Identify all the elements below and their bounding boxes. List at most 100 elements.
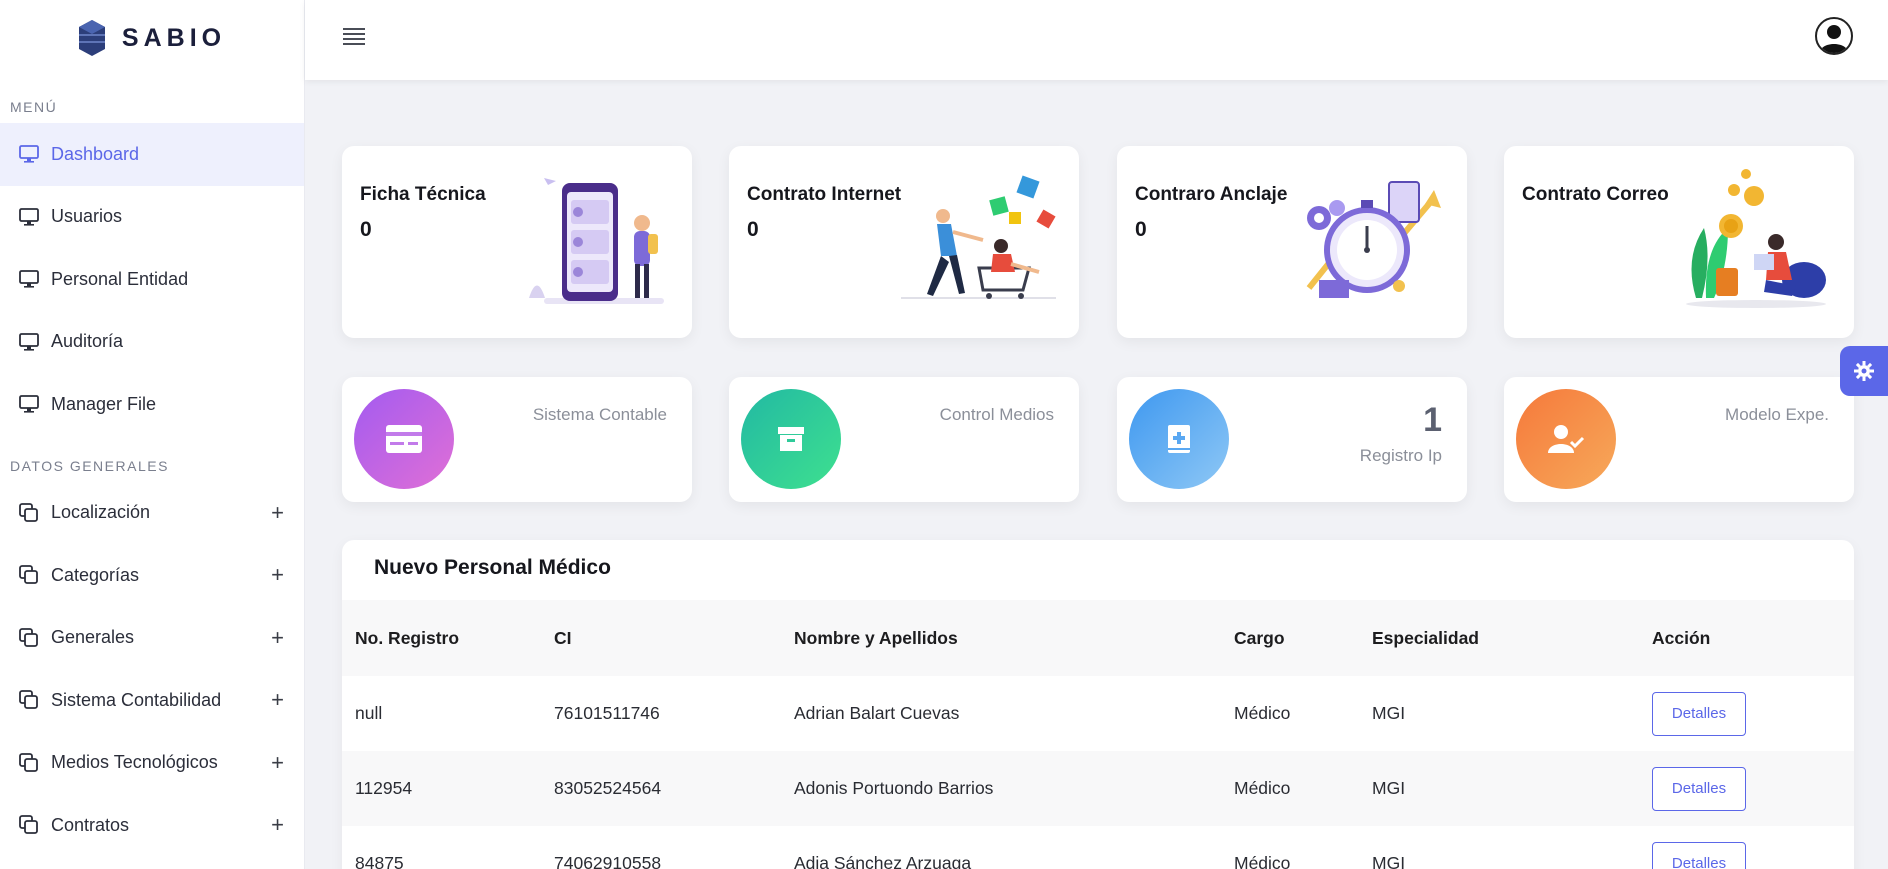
sidebar-item-personal-entidad[interactable]: Personal Entidad: [0, 248, 304, 311]
column-header: No. Registro: [342, 600, 554, 676]
table-cell: Adia Sánchez Arzuaga: [794, 853, 972, 869]
menu-section-title: MENÚ: [10, 99, 58, 115]
monitor-icon: [19, 270, 39, 288]
sidebar-item-categorías[interactable]: Categorías +: [0, 544, 304, 607]
sidebar-item-sistema-contabilidad[interactable]: Sistema Contabilidad +: [0, 669, 304, 732]
user-avatar[interactable]: [1815, 17, 1853, 55]
gear-icon: [1854, 361, 1874, 381]
personal-table: No. Registro CI Nombre y Apellidos Cargo…: [342, 600, 1854, 869]
sidebar-item-contratos[interactable]: Contratos +: [0, 794, 304, 857]
copy-icon: [19, 815, 38, 835]
card-contraro-anclaje[interactable]: Contraro Anclaje 0: [1117, 146, 1467, 338]
expand-plus-icon[interactable]: +: [271, 750, 284, 776]
stat-icon-circle: [354, 389, 454, 489]
logo-icon: [78, 20, 105, 56]
sidebar-item-localización[interactable]: Localización +: [0, 482, 304, 545]
coins-illustration: [1686, 169, 1826, 308]
table-cell: 84875: [355, 853, 404, 869]
monitor-icon: [19, 145, 39, 163]
sidebar-item-medios-tecnológicos[interactable]: Medios Tecnológicos +: [0, 732, 304, 795]
copy-icon: [18, 627, 40, 649]
sidebar-item-usuarios[interactable]: Usuarios: [0, 186, 304, 249]
stat-label: Modelo Expe.: [1725, 405, 1829, 424]
action-cell: Detalles: [1652, 826, 1854, 869]
expand-plus-icon[interactable]: +: [271, 687, 284, 713]
detalles-button[interactable]: Detalles: [1652, 841, 1746, 869]
sidebar-item-label: Generales: [51, 627, 135, 648]
stat-modelo-expe[interactable]: Modelo Expe.: [1504, 377, 1854, 502]
copy-icon: [19, 565, 38, 585]
action-cell: Detalles: [1652, 751, 1854, 826]
copy-icon: [19, 502, 38, 522]
action-cell: Detalles: [1652, 676, 1854, 751]
card-ficha-tecnica[interactable]: Ficha Técnica 0: [342, 146, 692, 338]
sidebar-item-dashboard[interactable]: Dashboard: [0, 123, 304, 186]
table-cell: Adonis Portuondo Barrios: [794, 751, 1234, 826]
expand-plus-icon[interactable]: +: [271, 625, 284, 651]
brand[interactable]: SABIO: [0, 0, 304, 76]
sidebar-item-label: Personal Entidad: [51, 268, 189, 289]
expand-plus-icon[interactable]: +: [271, 500, 284, 526]
card-contrato-internet[interactable]: Contrato Internet 0: [729, 146, 1079, 338]
stat-sistema-contable[interactable]: Sistema Contable: [342, 377, 692, 502]
card-contrato-correo[interactable]: Contrato Correo: [1504, 146, 1854, 338]
stat-icon-circle: [1516, 389, 1616, 489]
card-title: Contrato Correo: [1522, 184, 1669, 205]
table-header-row: No. Registro CI Nombre y Apellidos Cargo…: [342, 600, 1854, 676]
copy-icon: [19, 690, 38, 710]
copy-icon: [18, 564, 40, 586]
table-cell: 83052524564: [554, 751, 794, 826]
monitor-icon: [19, 332, 39, 351]
menu-list: Dashboard Usuarios Personal Entidad Auditor…: [0, 123, 304, 436]
table-row: null 76101511746 Adrian Balart Cuevas Médic…: [342, 676, 1854, 751]
menu-toggle-icon[interactable]: [343, 28, 365, 45]
copy-icon: [18, 814, 40, 836]
copy-icon: [18, 752, 40, 774]
sidebar-item-label: Manager File: [51, 393, 157, 414]
card-icon: [386, 425, 422, 453]
monitor-icon: [19, 207, 39, 226]
phone-illustration: [529, 178, 664, 304]
brand-name: SABIO: [121, 23, 227, 52]
sidebar: SABIO MENÚ Dashboard Usuarios Personal Ent…: [0, 0, 305, 869]
card-value: 0: [1135, 218, 1147, 241]
stopwatch-illustration: [1306, 181, 1441, 298]
stat-registro-ip[interactable]: 1 Registro Ip: [1117, 377, 1467, 502]
user-icon: [1820, 25, 1848, 53]
detalles-button[interactable]: Detalles: [1652, 766, 1746, 811]
expand-plus-icon[interactable]: +: [271, 812, 284, 838]
monitor-icon: [18, 143, 40, 165]
table-cell: 76101511746: [554, 703, 660, 723]
column-header: CI: [554, 600, 794, 676]
copy-icon: [18, 502, 40, 524]
table-cell: Adrian Balart Cuevas: [794, 703, 960, 723]
sidebar-item-label: Localización: [51, 502, 151, 523]
monitor-icon: [18, 331, 40, 353]
table-cell: MGI: [1372, 751, 1652, 826]
table-cell: MGI: [1372, 703, 1406, 723]
sidebar-item-label: Auditoría: [51, 331, 124, 352]
table-cell: 74062910558: [554, 853, 662, 869]
table-cell: null: [355, 703, 383, 723]
shopping-illustration: [901, 175, 1056, 299]
table-cell: Médico: [1234, 703, 1291, 723]
sidebar-item-manager-file[interactable]: Manager File: [0, 373, 304, 436]
datos-list: Localización + Categorías + Generales + Sistem…: [0, 482, 304, 857]
sidebar-item-generales[interactable]: Generales +: [0, 607, 304, 670]
stat-label: Control Medios: [939, 405, 1054, 424]
column-header: Cargo: [1234, 600, 1372, 676]
user-check-icon: [1548, 425, 1585, 453]
archive-icon: [778, 427, 804, 451]
detalles-button[interactable]: Detalles: [1652, 691, 1746, 736]
stat-number: 1: [1423, 401, 1442, 439]
settings-button[interactable]: [1840, 346, 1888, 396]
sidebar-item-auditoría[interactable]: Auditoría: [0, 311, 304, 374]
stat-control-medios[interactable]: Control Medios: [729, 377, 1079, 502]
table-cell: Médico: [1234, 853, 1291, 869]
table-cell: 112954: [342, 751, 554, 826]
copy-icon: [19, 752, 38, 772]
table-row: 84875 74062910558 Adia Sánchez Arzuaga Médi…: [342, 826, 1854, 869]
expand-plus-icon[interactable]: +: [271, 562, 284, 588]
card-title: Contraro Anclaje: [1135, 184, 1288, 205]
copy-icon: [18, 689, 40, 711]
